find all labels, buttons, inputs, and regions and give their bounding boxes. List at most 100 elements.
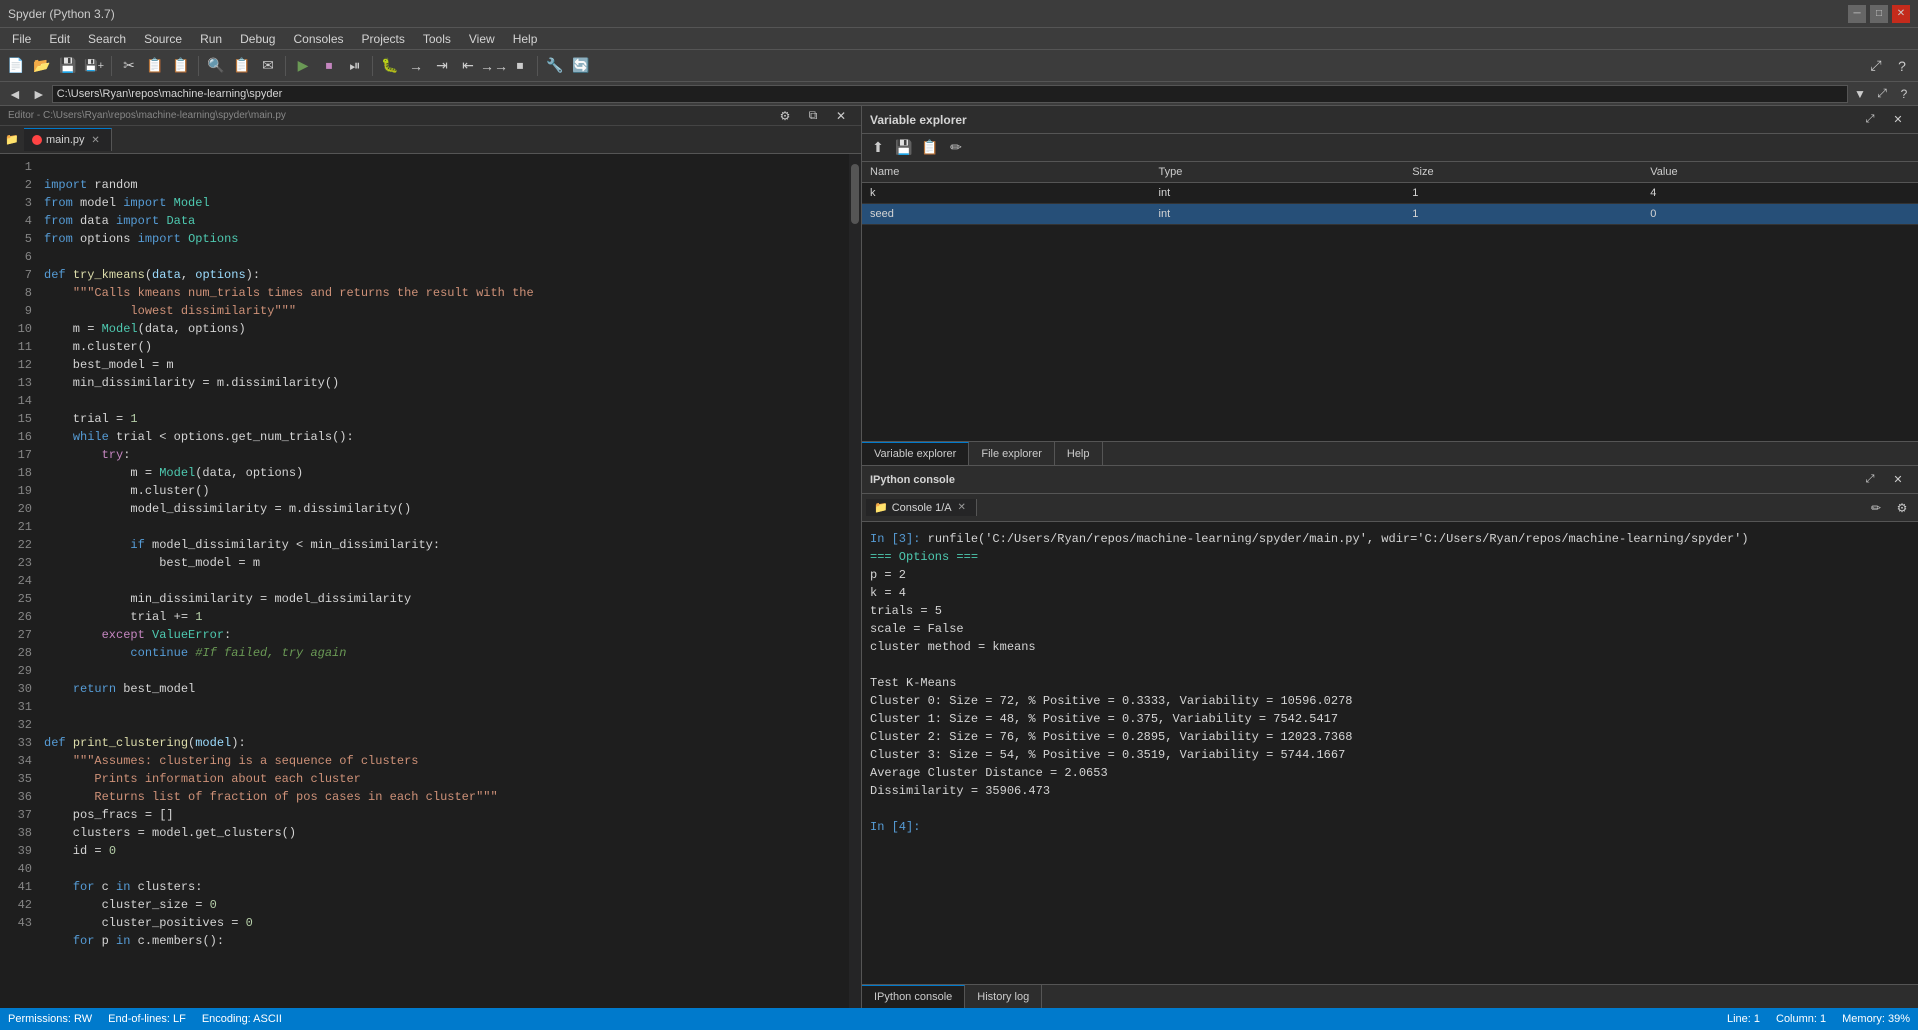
path-input[interactable] xyxy=(52,85,1848,103)
console-line-c2: Cluster 2: Size = 76, % Positive = 0.289… xyxy=(870,728,1910,746)
var-close-button[interactable]: ✕ xyxy=(1886,108,1910,132)
menu-edit[interactable]: Edit xyxy=(41,30,78,48)
run-config-button[interactable]: ⏹ xyxy=(317,54,341,78)
maximize-button[interactable]: □ xyxy=(1870,5,1888,23)
status-line: Line: 1 xyxy=(1727,1013,1760,1025)
code-analysis-button[interactable]: 📋 xyxy=(230,54,254,78)
menu-tools[interactable]: Tools xyxy=(415,30,459,48)
status-line-endings: End-of-lines: LF xyxy=(108,1013,186,1025)
toolbar-sep-2 xyxy=(198,56,199,76)
cut-button[interactable]: ✂ xyxy=(117,54,141,78)
console-line-dissim: Dissimilarity = 35906.473 xyxy=(870,782,1910,800)
var-save-button[interactable]: 💾 xyxy=(892,136,916,160)
console-output[interactable]: In [3]: runfile('C:/Users/Ryan/repos/mac… xyxy=(862,522,1918,984)
editor-tab-main-py[interactable]: main.py ✕ xyxy=(24,128,112,151)
step-button[interactable]: → xyxy=(404,54,428,78)
menu-bar: File Edit Search Source Run Debug Consol… xyxy=(0,28,1918,50)
toolbar-sep-4 xyxy=(372,56,373,76)
console-line-c0: Cluster 0: Size = 72, % Positive = 0.333… xyxy=(870,692,1910,710)
tab-close-button[interactable]: ✕ xyxy=(89,133,103,147)
main-toolbar: 📄 📂 💾 💾+ ✂ 📋 📋 🔍 📋 ✉ ▶ ⏹ ⏯ 🐛 → ⇥ ⇤ →→ ⏹ … xyxy=(0,50,1918,82)
tab-history-log[interactable]: History log xyxy=(965,985,1042,1008)
editor-float-button[interactable]: ⧉ xyxy=(801,104,825,128)
menu-help[interactable]: Help xyxy=(505,30,546,48)
paste-button[interactable]: 📋 xyxy=(169,54,193,78)
var-size-k: 1 xyxy=(1404,183,1642,204)
status-left: Permissions: RW End-of-lines: LF Encodin… xyxy=(8,1013,282,1025)
menu-source[interactable]: Source xyxy=(136,30,190,48)
var-copy-button[interactable]: 📋 xyxy=(918,136,942,160)
code-content[interactable]: import random from model import Model fr… xyxy=(40,154,849,1008)
console-toolbar: 📁 Console 1/A ✕ ✏ ⚙ xyxy=(862,494,1918,522)
debug-button[interactable]: 🐛 xyxy=(378,54,402,78)
console-line-p: p = 2 xyxy=(870,566,1910,584)
spyder-button[interactable]: 🔄 xyxy=(569,54,593,78)
stop-debug-button[interactable]: ⏹ xyxy=(508,54,532,78)
help-button[interactable]: ? xyxy=(1890,54,1914,78)
window-controls: ─ □ ✕ xyxy=(1848,5,1910,23)
menu-view[interactable]: View xyxy=(461,30,503,48)
save-all-button[interactable]: 💾+ xyxy=(82,54,106,78)
console-line-test: Test K-Means xyxy=(870,674,1910,692)
console-tab-1[interactable]: 📁 Console 1/A ✕ xyxy=(866,499,977,516)
menu-projects[interactable]: Projects xyxy=(354,30,413,48)
status-memory: Memory: 39% xyxy=(1842,1013,1910,1025)
console-line-options: === Options === xyxy=(870,548,1910,566)
minimize-button[interactable]: ─ xyxy=(1848,5,1866,23)
editor-scrollbar[interactable] xyxy=(849,154,861,1008)
console-line-c1: Cluster 1: Size = 48, % Positive = 0.375… xyxy=(870,710,1910,728)
copy-button[interactable]: 📋 xyxy=(143,54,167,78)
menu-debug[interactable]: Debug xyxy=(232,30,283,48)
var-row-seed[interactable]: seed int 1 0 xyxy=(862,204,1918,225)
step-return-button[interactable]: ⇤ xyxy=(456,54,480,78)
console-settings-button[interactable]: ⚙ xyxy=(1890,496,1914,520)
toolbar-sep-3 xyxy=(285,56,286,76)
var-expand-button[interactable]: ⤢ xyxy=(1858,108,1882,132)
menu-search[interactable]: Search xyxy=(80,30,134,48)
menu-file[interactable]: File xyxy=(4,30,39,48)
menu-consoles[interactable]: Consoles xyxy=(285,30,351,48)
tab-variable-explorer[interactable]: Variable explorer xyxy=(862,442,969,465)
save-button[interactable]: 💾 xyxy=(56,54,80,78)
continue-button[interactable]: →→ xyxy=(482,54,506,78)
status-encoding: Encoding: ASCII xyxy=(202,1013,282,1025)
console-line-trials: trials = 5 xyxy=(870,602,1910,620)
toolbar-sep-5 xyxy=(537,56,538,76)
close-button[interactable]: ✕ xyxy=(1892,5,1910,23)
console-line-cluster: cluster method = kmeans xyxy=(870,638,1910,656)
panel-tabs: Variable explorer File explorer Help xyxy=(862,441,1918,465)
browse-button[interactable]: ▼ xyxy=(1850,84,1870,104)
preferences-button[interactable]: 🔧 xyxy=(543,54,567,78)
editor-settings-button[interactable]: ⚙ xyxy=(773,104,797,128)
tab-help[interactable]: Help xyxy=(1055,442,1103,465)
var-row-k[interactable]: k int 1 4 xyxy=(862,183,1918,204)
find-button[interactable]: 🔍 xyxy=(204,54,228,78)
status-right: Line: 1 Column: 1 Memory: 39% xyxy=(1727,1013,1910,1025)
step-into-button[interactable]: ⇥ xyxy=(430,54,454,78)
editor-section: Editor - C:\Users\Ryan\repos\machine-lea… xyxy=(0,106,862,1008)
var-import-button[interactable]: ⬆ xyxy=(866,136,890,160)
console-edit-button[interactable]: ✏ xyxy=(1864,496,1888,520)
console-close-button[interactable]: ✕ xyxy=(1886,468,1910,492)
var-edit-button[interactable]: ✏ xyxy=(944,136,968,160)
console-expand-button[interactable]: ⤢ xyxy=(1858,468,1882,492)
console-bottom-tabs: IPython console History log xyxy=(862,984,1918,1008)
console-tab-close[interactable]: ✕ xyxy=(956,502,968,514)
scroll-thumb[interactable] xyxy=(851,164,859,224)
todo-button[interactable]: ✉ xyxy=(256,54,280,78)
tab-file-explorer[interactable]: File explorer xyxy=(969,442,1055,465)
var-explorer-header: Variable explorer ⤢ ✕ xyxy=(862,106,1918,134)
nav-icon-1[interactable]: ⤢ xyxy=(1872,84,1892,104)
run-cell-button[interactable]: ⏯ xyxy=(343,54,367,78)
tab-ipython-console[interactable]: IPython console xyxy=(862,985,965,1008)
run-button[interactable]: ▶ xyxy=(291,54,315,78)
back-button[interactable]: ◄ xyxy=(4,86,26,102)
forward-button[interactable]: ► xyxy=(28,86,50,102)
editor-close-button[interactable]: ✕ xyxy=(829,104,853,128)
nav-icon-2[interactable]: ? xyxy=(1894,84,1914,104)
new-file-button[interactable]: 📄 xyxy=(4,54,28,78)
open-file-button[interactable]: 📂 xyxy=(30,54,54,78)
editor-tab-folder-icon[interactable]: 📁 xyxy=(0,128,24,152)
menu-run[interactable]: Run xyxy=(192,30,230,48)
maximize-pane-button[interactable]: ⤢ xyxy=(1864,54,1888,78)
